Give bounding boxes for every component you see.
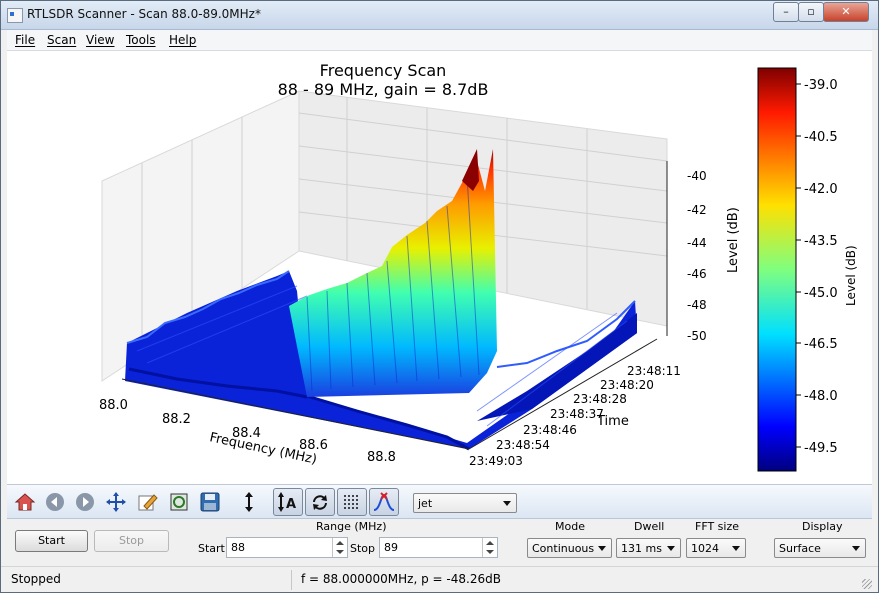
time-tick: 23:49:03 <box>469 454 523 468</box>
x-tick: 88.8 <box>367 450 396 465</box>
display-select[interactable]: Surface <box>774 538 866 558</box>
display-label: Display <box>802 520 843 533</box>
time-tick: 23:48:11 <box>627 364 681 378</box>
colorbar-label: Level (dB) <box>844 245 858 306</box>
colorbar-tick: -42.0 <box>804 182 838 197</box>
z-tick: -40 <box>687 169 707 183</box>
controls-panel: Start Stop Range (MHz) Start 88 Stop 89 … <box>7 519 872 565</box>
minimize-button[interactable]: – <box>773 2 799 22</box>
home-icon[interactable] <box>13 490 37 514</box>
menu-view[interactable]: View <box>86 33 114 47</box>
back-icon[interactable] <box>43 490 67 514</box>
status-bar: Stopped f = 88.000000MHz, p = -48.26dB <box>1 566 878 592</box>
mode-select[interactable]: Continuous <box>527 538 612 558</box>
zoom-icon[interactable] <box>167 490 191 514</box>
time-tick: 23:48:28 <box>573 392 627 406</box>
menu-bar: File Scan View Tools Help <box>7 30 872 51</box>
close-button[interactable]: ✕ <box>823 2 869 22</box>
plot-toolbar: A jet <box>7 485 872 519</box>
menu-scan[interactable]: Scan <box>47 33 76 47</box>
range-start-input[interactable]: 88 <box>226 537 348 558</box>
peak-icon[interactable] <box>369 488 399 516</box>
menu-help[interactable]: Help <box>169 33 196 47</box>
forward-icon[interactable] <box>73 490 97 514</box>
start-button[interactable]: Start <box>15 530 88 552</box>
colorbar-tick: -43.5 <box>804 234 838 249</box>
app-window: RTLSDR Scanner - Scan 88.0-89.0MHz* – ▫ … <box>0 0 879 593</box>
dwell-label: Dwell <box>634 520 665 533</box>
menu-file[interactable]: File <box>15 33 35 47</box>
x-tick: 88.2 <box>162 412 191 427</box>
time-tick: 23:48:20 <box>600 378 654 392</box>
grid-icon[interactable] <box>337 488 367 516</box>
colorbar-tick: -46.5 <box>804 337 838 352</box>
colorbar: -39.0 -40.5 -42.0 -43.5 -45.0 -46.5 -48.… <box>757 67 858 472</box>
menu-tools[interactable]: Tools <box>126 33 156 47</box>
range-start-label: Start <box>198 542 225 555</box>
time-tick: 23:48:46 <box>523 423 577 437</box>
vertical-resize-icon[interactable] <box>237 490 261 514</box>
colorbar-tick: -49.5 <box>804 441 838 456</box>
range-stop-input[interactable]: 89 <box>379 537 498 558</box>
time-axis-label: Time <box>596 414 629 429</box>
time-axis: 23:48:11 23:48:20 23:48:28 23:48:37 23:4… <box>468 338 681 468</box>
pan-icon[interactable] <box>104 490 128 514</box>
colorbar-tick: -40.5 <box>804 130 838 145</box>
z-tick: -48 <box>687 298 707 312</box>
title-bar[interactable]: RTLSDR Scanner - Scan 88.0-89.0MHz* – ▫ … <box>1 1 878 30</box>
stop-button[interactable]: Stop <box>94 530 169 552</box>
x-axis-label: Frequency (MHz) <box>208 430 318 467</box>
time-tick: 23:48:54 <box>496 438 550 452</box>
window-title: RTLSDR Scanner - Scan 88.0-89.0MHz* <box>27 7 261 21</box>
save-icon[interactable] <box>198 490 222 514</box>
resize-grip[interactable] <box>862 579 872 589</box>
range-label: Range (MHz) <box>316 520 387 533</box>
app-icon <box>7 8 23 23</box>
refresh-icon[interactable] <box>305 488 335 516</box>
plot-canvas[interactable]: -40 -42 -44 -46 -48 -50 Level (dB) 88.0 … <box>7 51 872 485</box>
svg-text:A: A <box>286 497 296 512</box>
z-tick: -42 <box>687 203 707 217</box>
status-text: Stopped <box>11 572 61 586</box>
x-tick: 88.0 <box>99 398 128 413</box>
colorbar-tick: -48.0 <box>804 389 838 404</box>
colorbar-tick: -39.0 <box>804 78 838 93</box>
range-stop-label: Stop <box>350 542 376 555</box>
chart-title: Frequency Scan <box>320 61 447 80</box>
auto-range-icon[interactable]: A <box>273 488 303 516</box>
maximize-button[interactable]: ▫ <box>798 2 824 22</box>
colormap-select[interactable]: jet <box>413 493 517 513</box>
frequency-scan-plot: -40 -42 -44 -46 -48 -50 Level (dB) 88.0 … <box>99 61 858 472</box>
z-tick: -44 <box>687 236 707 250</box>
mode-label: Mode <box>555 520 585 533</box>
edit-icon[interactable] <box>135 490 159 514</box>
dwell-select[interactable]: 131 ms <box>616 538 681 558</box>
fft-size-label: FFT size <box>695 520 740 533</box>
z-axis-label: Level (dB) <box>726 207 741 273</box>
z-tick: -46 <box>687 267 707 281</box>
status-separator <box>291 570 292 590</box>
z-axis: -40 -42 -44 -46 -48 -50 Level (dB) <box>666 161 741 343</box>
fft-size-select[interactable]: 1024 <box>686 538 746 558</box>
time-tick: 23:48:37 <box>550 407 604 421</box>
cursor-readout: f = 88.000000MHz, p = -48.26dB <box>301 572 501 586</box>
z-tick: -50 <box>687 329 707 343</box>
colorbar-tick: -45.0 <box>804 286 838 301</box>
chart-subtitle: 88 - 89 MHz, gain = 8.7dB <box>278 80 489 99</box>
